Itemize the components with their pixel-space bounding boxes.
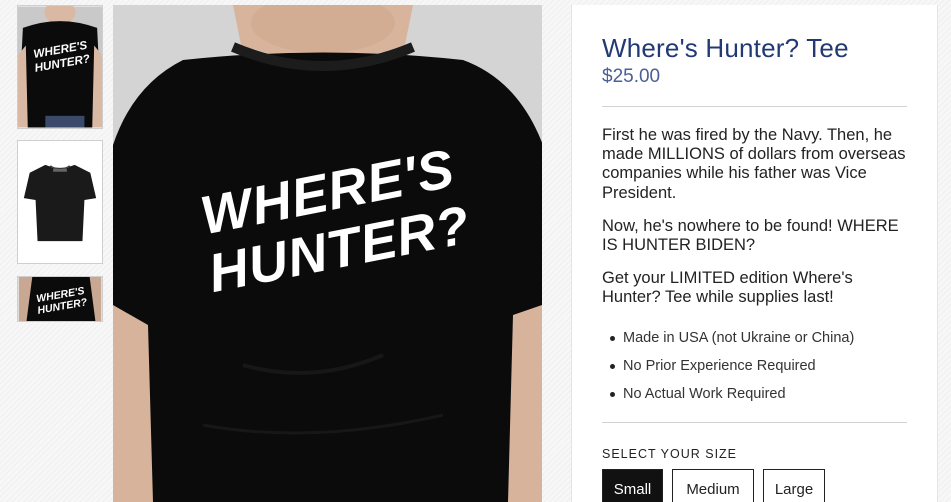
model-wearing-tee-illustration: WHERE'S HUNTER? bbox=[113, 5, 542, 502]
size-selector: Small Medium Large bbox=[602, 468, 907, 502]
thumbnail-graphic-closeup-image: WHERE'S HUNTER? bbox=[18, 277, 102, 321]
product-details-panel: Where's Hunter? Tee $25.00 First he was … bbox=[571, 5, 938, 502]
description-paragraph-1: First he was fired by the Navy. Then, he… bbox=[602, 126, 906, 202]
size-selector-label: SELECT YOUR SIZE bbox=[602, 446, 738, 461]
divider bbox=[602, 421, 907, 423]
feature-item: No Prior Experience Required bbox=[602, 352, 907, 380]
product-description: First he was fired by the Navy. Then, he… bbox=[602, 126, 907, 308]
thumbnail-flat-tee-image bbox=[18, 141, 102, 263]
size-medium-button[interactable]: Medium bbox=[672, 468, 754, 502]
feature-item: No Actual Work Required bbox=[602, 380, 907, 408]
thumbnail-graphic-closeup[interactable]: WHERE'S HUNTER? bbox=[17, 276, 103, 322]
product-title: Where's Hunter? Tee bbox=[602, 33, 849, 63]
size-large-button[interactable]: Large bbox=[763, 468, 825, 502]
size-small-button[interactable]: Small bbox=[602, 468, 663, 502]
thumbnail-model-front[interactable]: WHERE'S HUNTER? bbox=[17, 5, 103, 129]
main-product-image[interactable]: WHERE'S HUNTER? bbox=[113, 5, 542, 502]
feature-item: Made in USA (not Ukraine or China) bbox=[602, 324, 907, 352]
thumbnail-flat-tee[interactable] bbox=[17, 140, 103, 264]
product-price: $25.00 bbox=[602, 66, 661, 87]
thumbnail-model-front-image: WHERE'S HUNTER? bbox=[18, 6, 102, 128]
divider bbox=[602, 106, 907, 107]
feature-list: Made in USA (not Ukraine or China) No Pr… bbox=[602, 324, 907, 408]
description-paragraph-3: Get your LIMITED edition Where's Hunter?… bbox=[602, 269, 853, 307]
description-paragraph-2: Now, he's nowhere to be found! WHERE IS … bbox=[602, 216, 899, 255]
